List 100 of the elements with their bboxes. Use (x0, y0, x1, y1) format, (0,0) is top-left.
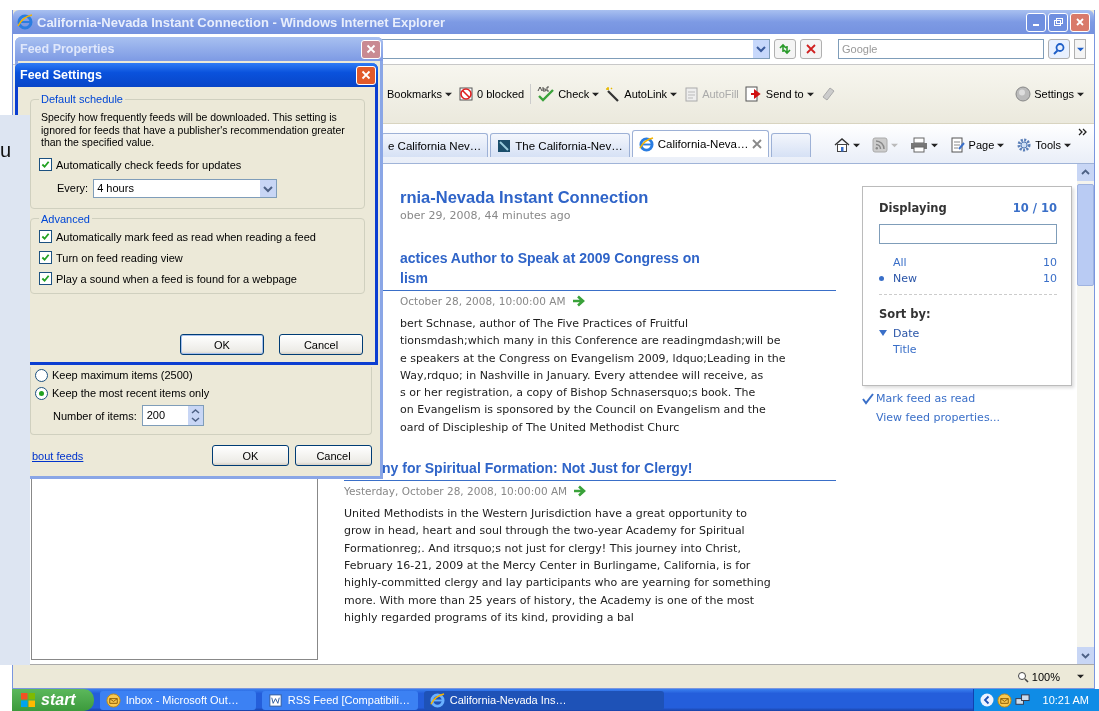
network-icon[interactable] (1014, 692, 1030, 708)
stop-button[interactable] (800, 39, 822, 59)
scroll-down-icon[interactable] (1077, 647, 1094, 664)
form-icon (683, 86, 700, 102)
number-spinner[interactable]: 200 (141, 405, 204, 426)
filter-link[interactable]: New (893, 271, 1043, 285)
caret-icon (445, 90, 453, 98)
browser-tab[interactable]: The California-Nev… (490, 133, 630, 157)
filter-field[interactable] (879, 224, 1057, 244)
interval-dropdown[interactable]: 4 hours (93, 178, 278, 198)
dialog-button[interactable]: OK (180, 334, 264, 355)
page-icon (949, 137, 966, 153)
dialog-title: Feed Settings (20, 68, 102, 82)
spin-arrows-icon[interactable] (187, 406, 203, 425)
checkbox[interactable] (39, 158, 52, 171)
caret-icon (806, 90, 814, 98)
refresh-icon (778, 42, 792, 56)
checkbox[interactable] (39, 230, 52, 243)
close-button[interactable] (356, 65, 376, 85)
option-label: Keep maximum items (2500) (52, 369, 193, 381)
dropdown-icon[interactable] (753, 40, 769, 58)
filter-link[interactable]: All (893, 255, 1043, 269)
zoom-button[interactable]: 100% (1016, 670, 1084, 683)
restore-button[interactable] (1048, 12, 1068, 32)
tools-button[interactable]: Tools (1011, 133, 1076, 157)
arrow-right-icon[interactable] (573, 485, 588, 498)
spellcheck-icon (537, 86, 556, 102)
checkbox[interactable] (39, 251, 52, 264)
envelope-icon (105, 692, 121, 708)
scroll-up-icon[interactable] (1077, 164, 1094, 181)
about-feeds-link[interactable]: bout feeds (32, 449, 84, 462)
home-icon (833, 137, 850, 153)
checkbox-label: Turn on feed reading view (56, 251, 183, 264)
bookmarks-button[interactable]: Bookmarks (387, 83, 453, 105)
sort-option-link[interactable]: Title (893, 342, 1057, 356)
dialog-button[interactable]: OK (212, 445, 289, 466)
field-label: Every: (57, 182, 89, 194)
taskbar-button[interactable]: California-Nevada Ins… (423, 690, 664, 710)
page-button[interactable]: Page (944, 133, 1010, 157)
article-date: October 28, 2008, 10:00:00 AM (400, 295, 566, 307)
close-button[interactable] (1070, 12, 1090, 32)
autolink-button[interactable]: AutoLink (605, 83, 678, 105)
arrow-right-icon[interactable] (571, 295, 586, 307)
option-label: Keep the most recent items only (52, 387, 210, 399)
checkbox-label: Play a sound when a feed is found for a webpage (56, 272, 297, 285)
browser-tab[interactable]: e California Nev… (381, 133, 489, 157)
sidebar-link[interactable]: View feed properties... (876, 411, 1001, 424)
restore-icon (1053, 17, 1063, 27)
description-text: Specify how frequently feeds will be downloaded. This setting is ignored for feeds that have a publisher's recommendation greater than the specified value. (41, 111, 346, 149)
feed-date: ober 29, 2008, 44 minutes ago (400, 209, 572, 222)
close-icon (1075, 17, 1085, 27)
dropdown-icon[interactable] (260, 179, 277, 197)
filter-count: 10 (1043, 255, 1057, 269)
printer-icon (909, 137, 928, 153)
site-icon (497, 138, 512, 153)
search-button[interactable] (1048, 39, 1070, 59)
taskbar-button[interactable]: RSS Feed [Compatibili… (261, 690, 418, 710)
caret-icon (1077, 90, 1084, 98)
sort-option-link[interactable]: Date (893, 326, 1057, 340)
dialog-title: Feed Properties (20, 42, 115, 56)
caret-icon (890, 141, 898, 149)
browser-logo-icon (17, 14, 33, 30)
gear-icon (1016, 137, 1033, 153)
clock: 10:21 AM (1042, 694, 1089, 706)
filter-count: 10 (1043, 271, 1057, 285)
check-button[interactable]: Check (537, 83, 600, 105)
close-tab-icon[interactable] (752, 139, 763, 149)
settings-button[interactable]: Settings (1015, 83, 1084, 105)
window-text: u (0, 139, 12, 162)
dialog-button[interactable]: Cancel (279, 334, 363, 355)
field-label: Number of items: (53, 409, 137, 422)
close-icon (366, 44, 376, 54)
caret-icon (1064, 141, 1071, 149)
item-count: 10 / 10 (1012, 201, 1057, 215)
scroll-thumb[interactable] (1077, 184, 1094, 286)
radio-button[interactable] (35, 368, 48, 382)
send-document-icon (744, 86, 763, 102)
sidebar-link[interactable]: Mark feed as read (876, 392, 976, 405)
browser-logo-icon (429, 692, 445, 708)
minimize-button[interactable] (1026, 12, 1046, 32)
browser-tab[interactable]: California-Neva… (631, 130, 770, 157)
dialog-button[interactable]: Cancel (295, 445, 372, 466)
windows-flag-icon (20, 692, 36, 708)
caret-icon (1077, 673, 1084, 680)
sendto-button[interactable]: Send to (744, 83, 814, 105)
chevron-left-icon[interactable] (979, 693, 994, 707)
chevron-icon[interactable] (1078, 128, 1088, 136)
checkmark-icon (862, 392, 874, 405)
browser-logo-icon (638, 136, 654, 152)
refresh-button[interactable] (774, 39, 796, 59)
search-field[interactable]: Google (838, 39, 1044, 59)
taskbar-button[interactable]: Inbox - Microsoft Out… (99, 690, 256, 710)
caret-icon (997, 141, 1005, 149)
search-options-button[interactable] (1074, 39, 1086, 59)
feed-title: rnia-Nevada Instant Connection (400, 188, 650, 207)
checkbox[interactable] (39, 272, 52, 285)
vertical-scrollbar[interactable] (1077, 164, 1094, 664)
close-icon (361, 70, 371, 80)
radio-button[interactable] (35, 386, 48, 400)
blocked-button[interactable]: 0 blocked (458, 83, 525, 105)
